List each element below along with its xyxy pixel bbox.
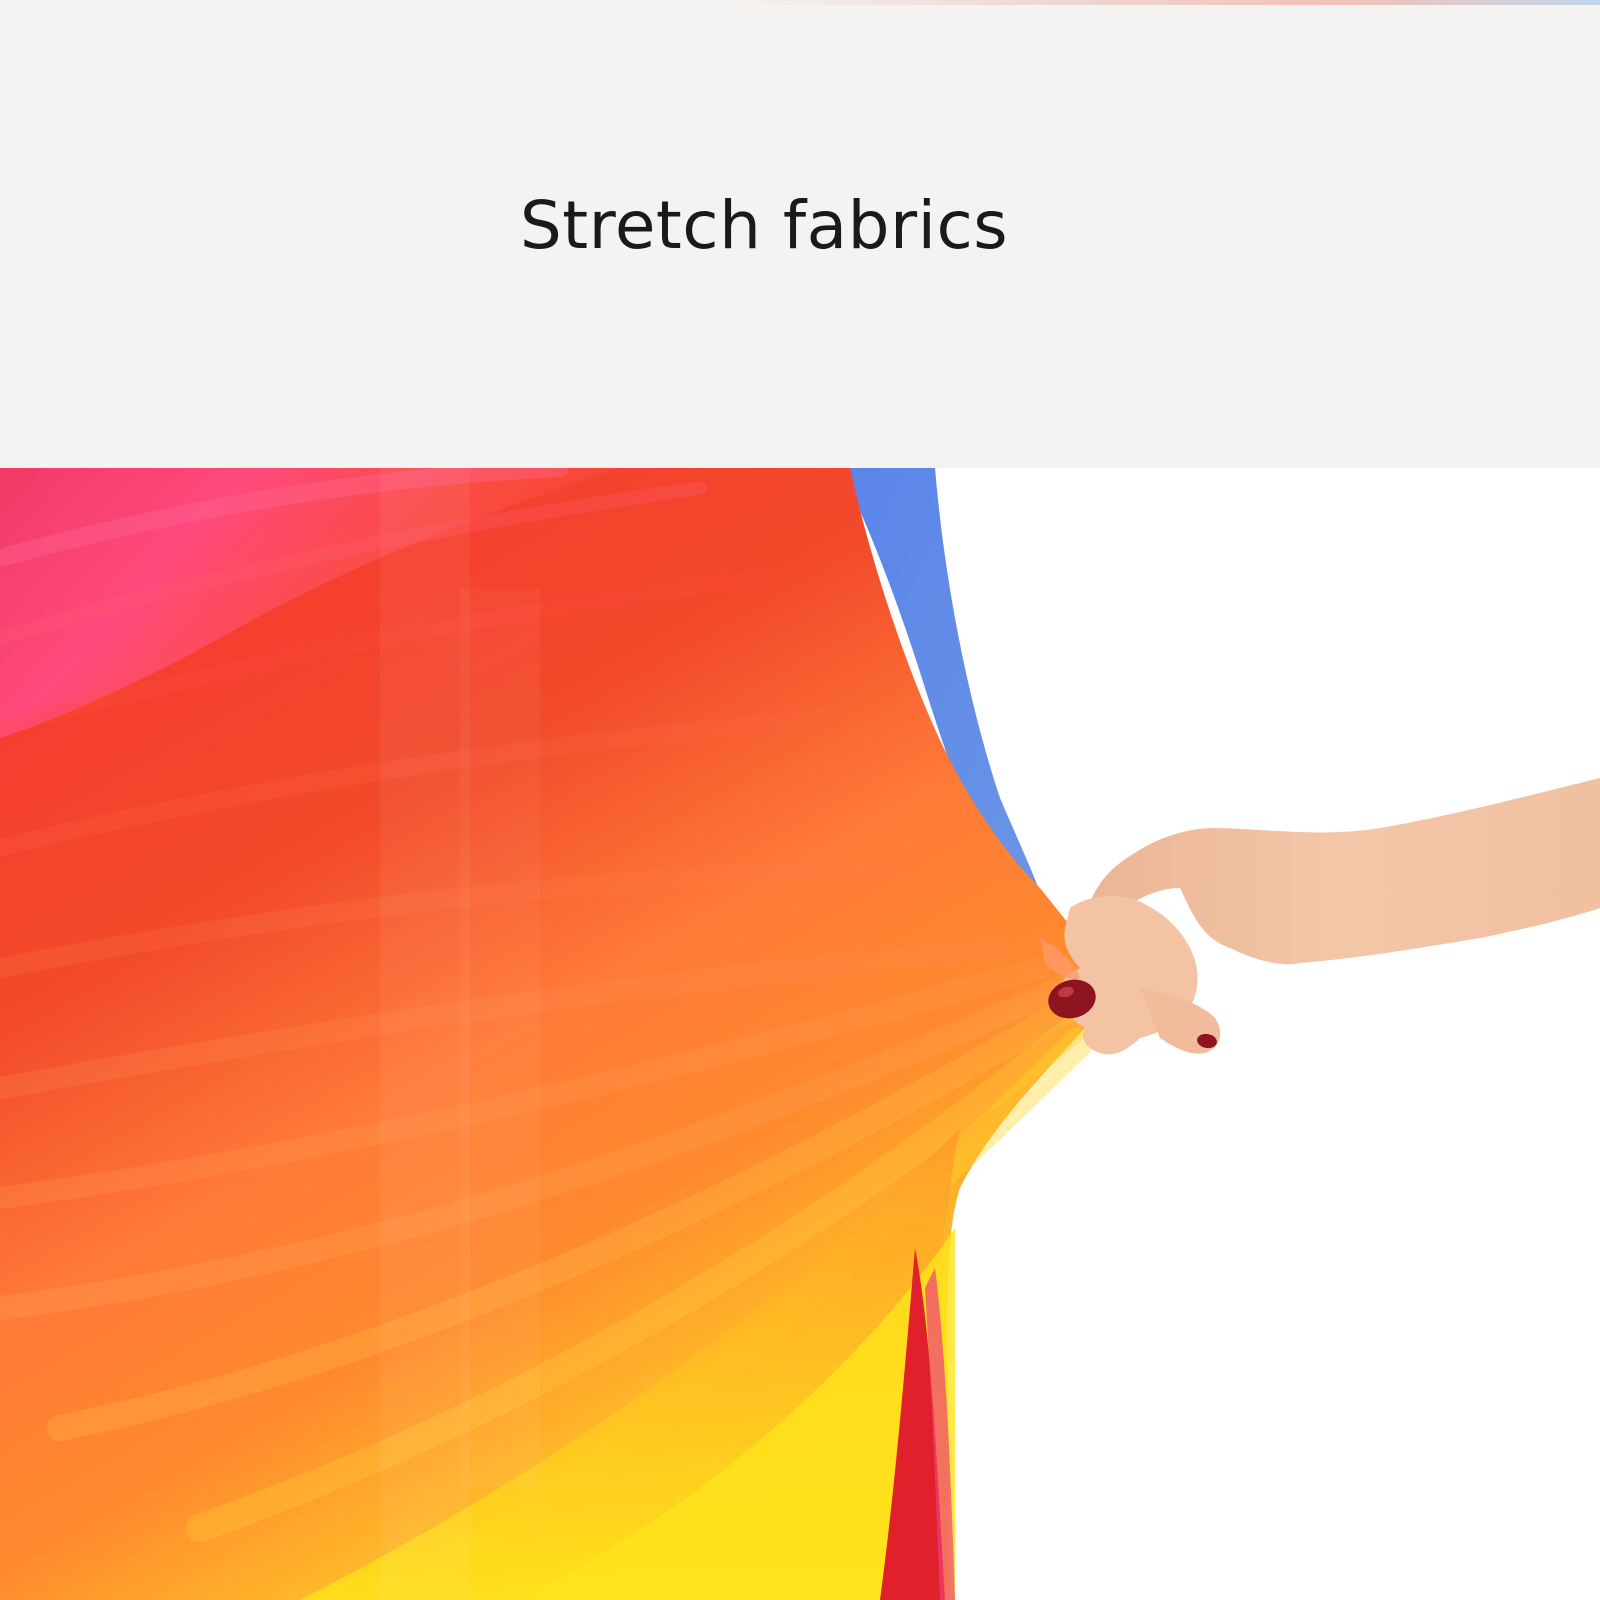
header-banner: Stretch fabrics bbox=[0, 0, 1600, 468]
product-detail-image: Stretch fabrics bbox=[0, 0, 1600, 1600]
page-title: Stretch fabrics bbox=[519, 187, 1009, 264]
fabric-stretch-photo bbox=[0, 468, 1600, 1600]
top-edge-strip bbox=[720, 0, 1600, 5]
